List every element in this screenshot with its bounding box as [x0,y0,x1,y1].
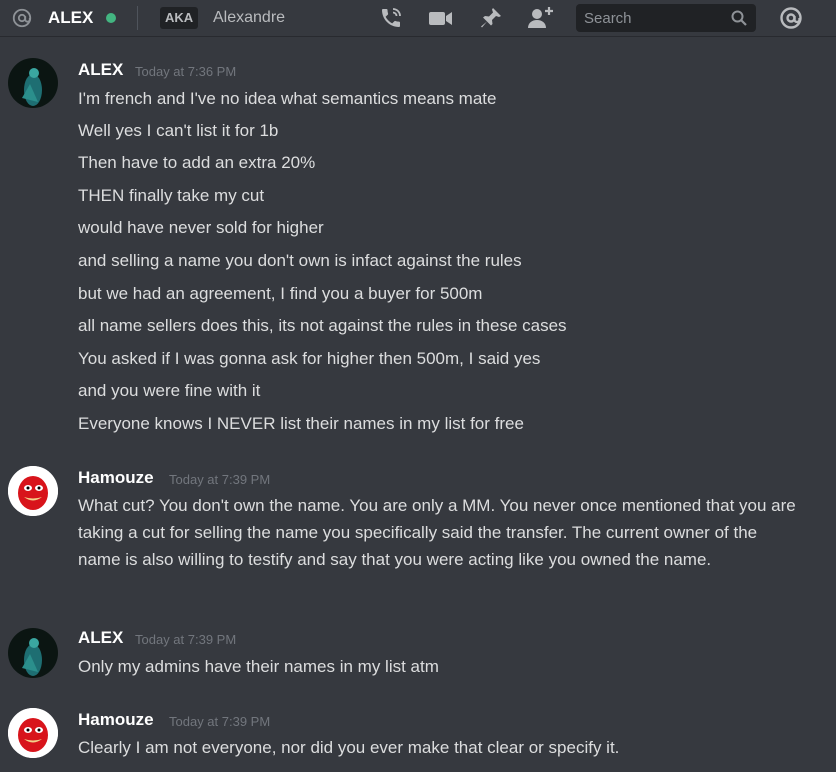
mention-icon[interactable] [778,6,804,30]
message-text: You asked if I was gonna ask for higher … [78,349,541,368]
message-text: Everyone knows I NEVER list their names … [78,414,524,433]
message-timestamp: Today at 7:39 PM [135,632,237,647]
search-box[interactable] [576,4,756,32]
message-author[interactable]: ALEX [78,60,123,80]
online-status-indicator [106,13,116,23]
message-text: but we had an agreement, I find you a bu… [78,284,483,303]
avatar[interactable] [8,58,58,108]
message-text: and you were fine with it [78,381,261,400]
video-icon[interactable] [428,6,454,30]
recipient-alias: Alexandre [213,9,286,26]
dm-recipient-name: ALEX [48,8,94,27]
message-text: Only my admins have their names in my li… [78,657,439,676]
aka-badge: AKA [160,7,199,29]
header-divider [137,6,138,30]
avatar[interactable] [8,628,58,678]
message-timestamp: Today at 7:39 PM [169,472,271,487]
add-member-icon[interactable] [528,6,554,30]
message-text: THEN finally take my cut [78,186,265,205]
message-text: all name sellers does this, its not agai… [78,316,567,335]
pin-icon[interactable] [478,6,504,30]
message-text: would have never sold for higher [78,218,324,237]
message-text: Clearly I am not everyone, nor did you e… [78,738,620,757]
message-author[interactable]: Hamouze [78,710,154,730]
avatar[interactable] [8,708,58,758]
message-text: What cut? You don't own the name. You ar… [78,496,796,569]
message-text: I'm french and I've no idea what semanti… [78,89,497,108]
message-text: and selling a name you don't own is infa… [78,251,522,270]
message-list: ALEX Today at 7:36 PM I'm french and I'v… [0,36,836,772]
at-icon [10,7,34,29]
call-icon[interactable] [378,6,404,30]
message-text: Well yes I can't list it for 1b [78,121,279,140]
message-text: Then have to add an extra 20% [78,153,316,172]
message-author[interactable]: Hamouze [78,468,154,488]
message-author[interactable]: ALEX [78,628,123,648]
channel-header: ALEX AKA Alexandre [0,0,836,36]
avatar[interactable] [8,466,58,516]
message-timestamp: Today at 7:39 PM [169,714,271,729]
message-timestamp: Today at 7:36 PM [135,64,237,79]
search-icon[interactable] [731,10,747,26]
search-input[interactable] [576,4,726,32]
